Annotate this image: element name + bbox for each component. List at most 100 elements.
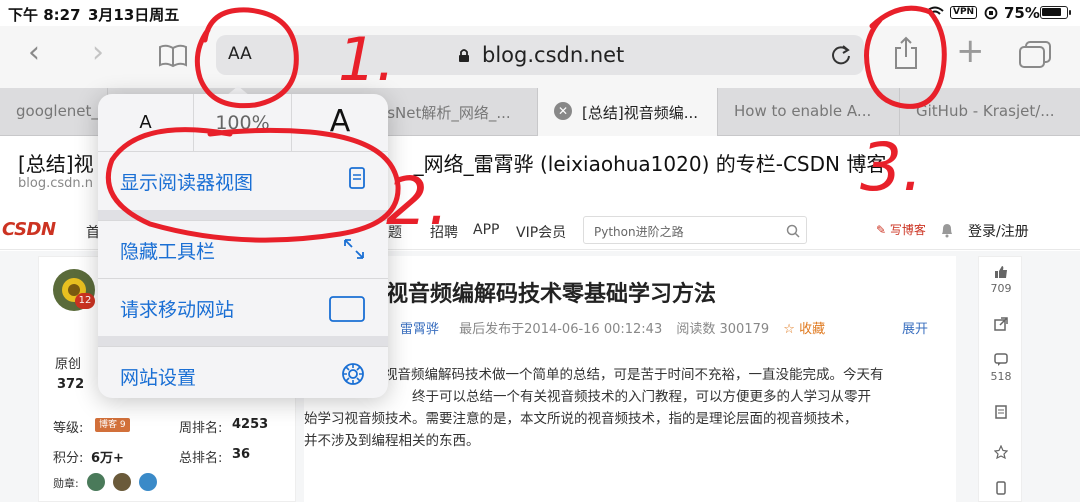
back-button[interactable]: ‹ xyxy=(28,38,40,68)
article-card: 视音频编解码技术零基础学习方法 雷霄骅 最后发布于2014-06-16 00:1… xyxy=(304,256,956,502)
hide-toolbar-item[interactable]: 隐藏工具栏 xyxy=(98,220,388,278)
forward-button[interactable]: › xyxy=(92,38,104,68)
medal-icon-3[interactable] xyxy=(139,473,157,491)
write-blog-label: 写博客 xyxy=(889,223,926,237)
website-settings-item[interactable]: 网站设置 xyxy=(98,346,388,398)
article-meta: 雷霄骅 最后发布于2014-06-16 00:12:43 阅读数 300179 … xyxy=(400,318,825,337)
zoom-level: 100% xyxy=(215,112,270,134)
article-title: 视音频编解码技术零基础学习方法 xyxy=(386,282,717,307)
article-line: 视音频编解码技术做一个简单的总结，可是苦于时间不充裕，一直没能完成。今天有 xyxy=(384,367,884,383)
menu-separator xyxy=(98,336,388,346)
grade-badge: 博客 9 xyxy=(95,418,130,432)
status-bar: 下午 8:27 3月13日周五 VPN 75% xyxy=(0,0,1080,26)
search-placeholder: Python进阶之路 xyxy=(594,225,684,239)
text-size-button[interactable]: AA xyxy=(228,44,252,64)
write-blog-link[interactable]: ✎ 写博客 xyxy=(876,221,926,238)
medal-label: 勋章: xyxy=(53,477,79,490)
nav-topic[interactable]: 题 xyxy=(388,222,402,242)
star-button[interactable] xyxy=(979,444,1023,462)
phone-icon xyxy=(996,481,1006,495)
search-input[interactable]: Python进阶之路 xyxy=(583,216,807,244)
author-link[interactable]: 雷霄骅 xyxy=(400,322,439,337)
login-register-link[interactable]: 登录/注册 xyxy=(968,221,1029,241)
zoom-small-a: A xyxy=(139,112,152,133)
resize-arrows-icon xyxy=(344,239,364,259)
menu-separator xyxy=(98,210,388,220)
mobile-button[interactable] xyxy=(979,481,1023,498)
reader-view-item[interactable]: 显示阅读器视图 xyxy=(98,152,388,210)
page-title-prefix: [总结]视 xyxy=(18,152,94,176)
favorite-button[interactable]: ☆ 收藏 xyxy=(783,322,825,337)
article-action-rail: 709 518 xyxy=(978,256,1022,502)
tab-label: How to enable A... xyxy=(734,102,872,120)
medal-icon-1[interactable] xyxy=(87,473,105,491)
medal-icon-2[interactable] xyxy=(113,473,131,491)
total-rank-value: 36 xyxy=(232,447,251,462)
orientation-lock-icon xyxy=(984,6,998,20)
publish-date: 最后发布于2014-06-16 00:12:43 xyxy=(459,322,663,337)
lock-icon xyxy=(459,49,469,62)
like-button[interactable]: 709 xyxy=(979,265,1023,295)
share-article-button[interactable] xyxy=(979,317,1023,334)
week-rank-value: 4253 xyxy=(232,417,269,432)
document-list-icon xyxy=(995,405,1007,419)
bell-icon[interactable] xyxy=(940,223,954,238)
request-mobile-label: 请求移动网站 xyxy=(120,299,235,321)
tabs-overview-icon[interactable] xyxy=(1018,40,1052,68)
nav-app[interactable]: APP xyxy=(473,222,499,238)
comment-icon xyxy=(994,353,1008,366)
total-rank-label: 总排名: xyxy=(179,451,223,466)
url-text[interactable]: blog.csdn.net xyxy=(482,43,624,67)
text-size-popover: A 100% A 显示阅读器视图 隐藏工具栏 请求移动网站 网站设置 xyxy=(98,94,388,398)
tab-1[interactable]: googlenet_ xyxy=(0,88,108,136)
points-value: 6万+ xyxy=(91,451,124,466)
browser-toolbar: ‹ › AA blog.csdn.net + xyxy=(0,26,1080,88)
search-icon[interactable] xyxy=(786,224,800,238)
gear-icon xyxy=(342,363,364,385)
tab-3-active[interactable]: ✕ [总结]视音频编... xyxy=(538,88,718,136)
zoom-large-a: A xyxy=(329,104,351,139)
close-tab-icon[interactable]: ✕ xyxy=(554,102,572,120)
status-time: 下午 8:27 xyxy=(8,6,81,24)
article-body: 视音频编解码技术做一个简单的总结，可是苦于时间不充裕，一直没能完成。今天有 终于… xyxy=(304,364,930,452)
vpn-badge: VPN xyxy=(950,6,978,19)
battery-icon xyxy=(1040,6,1071,19)
zoom-controls: A 100% A xyxy=(98,94,388,152)
status-date: 3月13日周五 xyxy=(88,6,180,24)
article-line: 并不涉及到编程相关的东西。 xyxy=(304,433,480,449)
reload-icon[interactable] xyxy=(830,44,852,66)
favorite-label: 收藏 xyxy=(799,322,826,337)
external-share-icon xyxy=(994,317,1008,331)
new-tab-button[interactable]: + xyxy=(956,34,985,68)
star-icon xyxy=(993,444,1009,460)
bookmarks-icon[interactable] xyxy=(158,44,188,68)
directory-button[interactable] xyxy=(979,405,1023,422)
read-count: 阅读数 300179 xyxy=(676,322,770,337)
week-rank-label: 周排名: xyxy=(179,421,223,436)
nav-jobs[interactable]: 招聘 xyxy=(430,222,458,242)
article-line: 终于可以总结一个有关视音频技术的入门教程，可以方便更多的人学习从零开 xyxy=(412,389,871,405)
level-badge: 12 xyxy=(75,293,95,309)
grade-label: 等级: xyxy=(53,421,84,436)
nav-vip[interactable]: VIP会员 xyxy=(516,222,566,242)
request-mobile-site-item[interactable]: 请求移动网站 xyxy=(98,278,388,336)
tab-4[interactable]: How to enable A... xyxy=(718,88,900,136)
expand-link[interactable]: 展开 xyxy=(902,318,928,337)
zoom-in-button[interactable]: A xyxy=(292,94,388,152)
comment-button[interactable]: 518 xyxy=(979,353,1023,383)
tab-5[interactable]: GitHub - Krasjet/... xyxy=(900,88,1080,136)
tab-label: GitHub - Krasjet/... xyxy=(916,102,1055,120)
share-icon[interactable] xyxy=(892,36,920,70)
zoom-out-button[interactable]: A xyxy=(98,94,194,152)
hide-toolbar-label: 隐藏工具栏 xyxy=(120,241,216,263)
reader-view-label: 显示阅读器视图 xyxy=(120,172,254,194)
csdn-logo[interactable]: CSDN xyxy=(2,219,56,240)
original-count: 372 xyxy=(57,377,85,392)
page-title-suffix: _网络_雷霄骅 (leixiaohua1020) 的专栏-CSDN 博客 xyxy=(413,152,887,176)
zoom-reset-button[interactable]: 100% xyxy=(194,94,292,152)
address-bar[interactable]: AA blog.csdn.net xyxy=(216,35,864,75)
like-count: 709 xyxy=(990,282,1012,295)
reader-icon xyxy=(349,167,365,189)
tab-label: esNet解析_网络_... xyxy=(378,104,511,122)
thumbs-up-icon xyxy=(995,266,1007,278)
